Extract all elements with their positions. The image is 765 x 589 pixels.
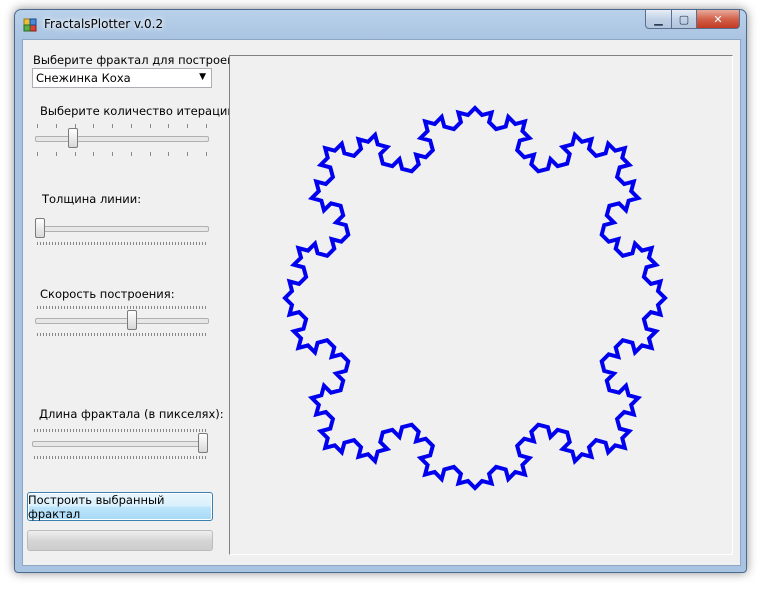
line-width-label: Толщина линии: [42, 192, 142, 206]
chevron-down-icon: ▼ [199, 72, 206, 82]
iterations-label: Выберите количество итераций: [40, 104, 239, 118]
window-title: FractalsPlotter v.0.2 [44, 17, 164, 31]
minimize-button[interactable]: ▁ [645, 10, 672, 29]
iterations-ticks-top [37, 124, 207, 128]
maximize-icon: ▢ [678, 12, 690, 26]
length-ticks-bottom [34, 456, 206, 459]
client-area: Выберите фрактал для построения Снежинка… [22, 39, 741, 566]
iterations-ticks-bottom [37, 152, 207, 156]
length-track [32, 441, 208, 447]
speed-track [35, 318, 209, 324]
line-width-ticks [37, 242, 207, 245]
line-width-slider[interactable] [35, 216, 209, 246]
speed-thumb[interactable] [126, 310, 137, 330]
length-ticks-top [34, 429, 206, 432]
length-label: Длина фрактала (в пикселях): [39, 407, 224, 421]
fractal-select-label: Выберите фрактал для построения [33, 53, 249, 67]
build-fractal-button[interactable]: Построить выбранный фрактал [27, 492, 213, 521]
speed-ticks-top [37, 306, 207, 309]
title-bar[interactable]: FractalsPlotter v.0.2 ▁ ▢ ✕ [15, 10, 746, 38]
app-icon [23, 18, 37, 32]
koch-snowflake-plot [282, 105, 668, 491]
length-thumb[interactable] [198, 433, 208, 453]
close-icon: ✕ [713, 12, 723, 26]
progress-bar [27, 530, 213, 551]
fractal-select-value: Снежинка Коха [36, 71, 131, 85]
speed-ticks-bottom [37, 333, 207, 336]
speed-slider[interactable] [35, 306, 209, 336]
speed-label: Скорость построения: [40, 287, 175, 301]
koch-snowflake-curve [282, 105, 668, 491]
minimize-icon: ▁ [654, 12, 663, 26]
app-window: FractalsPlotter v.0.2 ▁ ▢ ✕ Выберите фра… [14, 9, 747, 573]
iterations-slider[interactable] [35, 124, 209, 164]
caption-buttons: ▁ ▢ ✕ [645, 10, 740, 29]
close-button[interactable]: ✕ [697, 10, 740, 29]
fractal-select[interactable]: Снежинка Коха ▼ [32, 68, 212, 88]
iterations-track [35, 136, 209, 142]
line-width-thumb[interactable] [35, 218, 45, 238]
iterations-thumb[interactable] [67, 128, 78, 148]
fractal-canvas[interactable] [229, 55, 733, 555]
line-width-track [35, 226, 209, 232]
length-slider[interactable] [32, 429, 208, 459]
maximize-button[interactable]: ▢ [672, 10, 697, 29]
